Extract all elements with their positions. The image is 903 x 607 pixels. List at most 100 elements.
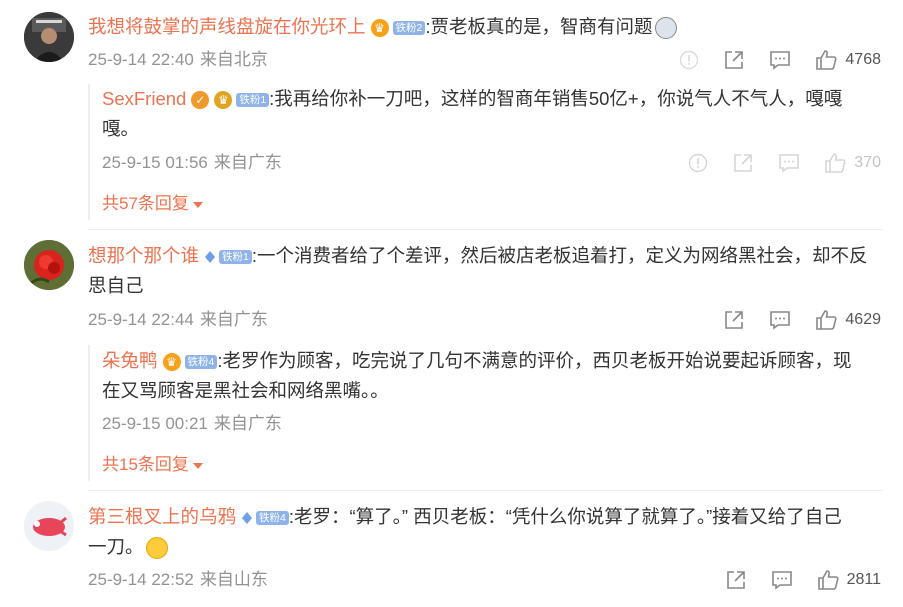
fan-badge-label: 铁粉2	[392, 21, 426, 36]
fan-badge-label: 铁粉4	[256, 511, 289, 526]
comment-actions: 2811	[701, 568, 881, 592]
reply-date: 25-9-15 01:56	[102, 153, 208, 172]
avatar[interactable]	[24, 501, 74, 551]
comment-icon	[770, 51, 791, 70]
shocked-emoji-icon	[654, 17, 677, 40]
reply-username[interactable]: 朵兔鸭	[102, 350, 158, 371]
reply-location: 来自广东	[213, 153, 282, 172]
reply-location: 来自广东	[213, 414, 282, 433]
comment-location: 来自广东	[199, 310, 268, 329]
fan-badge[interactable]: 铁粉1	[202, 249, 252, 265]
share-button[interactable]	[725, 569, 747, 591]
comment-icon	[770, 311, 791, 330]
thumbs-up-icon	[825, 153, 846, 173]
comment-text-line2: 思自己	[88, 275, 144, 296]
report-icon	[689, 153, 708, 173]
comment-body: 想那个那个谁 铁粉1:一个消费者给了个差评，然后被店老板追着打，定义为网络黑社会，…	[88, 241, 888, 301]
comment-username[interactable]: 第三根叉上的乌鸦	[88, 506, 236, 527]
share-icon	[734, 154, 753, 172]
reply-username[interactable]: SexFriend	[102, 88, 186, 109]
comment-meta: 25-9-14 22:44 来自广东	[88, 309, 268, 331]
report-icon	[680, 50, 699, 70]
divider	[88, 490, 883, 491]
comment-username[interactable]: 想那个那个谁	[88, 245, 199, 266]
reply-button[interactable]	[769, 309, 791, 331]
reply-text-line2: 嘎。	[102, 118, 140, 139]
share-icon	[725, 311, 744, 329]
comment-meta: 25-9-14 22:52 来自山东	[88, 569, 268, 591]
fan-badge[interactable]: 铁粉2	[392, 21, 426, 36]
caret-down-icon	[192, 201, 203, 208]
avatar[interactable]	[24, 240, 74, 290]
comment-meta: 25-9-14 22:40 来自北京	[88, 49, 268, 71]
more-replies-link[interactable]: 共15条回复	[102, 454, 203, 476]
fan-badge[interactable]: 铁粉1	[235, 93, 270, 108]
reply-button[interactable]	[778, 152, 800, 174]
avatar[interactable]	[24, 12, 74, 62]
fan-badge[interactable]: 铁粉4	[239, 510, 289, 526]
diamond-badge-icon	[242, 512, 253, 525]
reply-meta: 25-9-15 01:56 来自广东	[102, 152, 282, 174]
share-icon	[725, 51, 744, 69]
share-button[interactable]	[723, 309, 745, 331]
vip-crown-icon: ♛	[214, 91, 233, 110]
fan-badge[interactable]: 铁粉4	[184, 355, 218, 370]
avatar-image	[24, 12, 74, 62]
like-count: 370	[854, 154, 881, 171]
thumbs-up-icon	[817, 570, 839, 590]
report-button[interactable]	[679, 50, 699, 70]
like-button[interactable]: 2811	[817, 569, 881, 591]
like-count: 4768	[845, 51, 881, 68]
share-icon	[726, 571, 745, 589]
fan-badge-label: 铁粉1	[219, 250, 252, 265]
avatar-image	[24, 501, 74, 551]
comment-icon	[771, 571, 792, 590]
reply-meta: 25-9-15 00:21 来自广东	[102, 413, 282, 435]
more-replies-link[interactable]: 共57条回复	[102, 193, 203, 215]
fan-badge-label: 铁粉4	[184, 355, 218, 370]
reply-text-line1: :我再给你补一刀吧，这样的智商年销售50亿+，你说气人不气人，嘎嘎	[269, 88, 843, 109]
reply-text-line2: 在又骂顾客是黑社会和网络黑嘴。。	[102, 380, 389, 401]
reply-body: 朵兔鸭 ♛ 铁粉4:老罗作为顾客，吃完说了几句不满意的评价，西贝老板开始说要起诉顾客…	[102, 346, 882, 406]
vip-crown-icon: ♛	[370, 19, 389, 38]
like-count: 4629	[845, 311, 881, 328]
laughing-tears-emoji-icon	[145, 537, 168, 560]
like-button[interactable]: 4629	[815, 309, 881, 331]
reply-button[interactable]	[769, 49, 791, 71]
comment-icon	[779, 154, 800, 173]
comment-actions: 4768	[655, 48, 881, 72]
more-replies-label: 共57条回复	[102, 194, 189, 213]
caret-down-icon	[192, 462, 203, 469]
divider	[88, 229, 883, 230]
share-button[interactable]	[723, 49, 745, 71]
comment-date: 25-9-14 22:52	[88, 570, 194, 589]
thumbs-up-icon	[816, 310, 837, 330]
diamond-badge-icon	[205, 251, 216, 264]
like-button[interactable]: 370	[824, 152, 881, 174]
thumbs-up-icon	[816, 50, 837, 70]
reply-button[interactable]	[771, 569, 793, 591]
comment-text-line1: :老罗：“算了。” 西贝老板：“凭什么你说算了就算了。”接着又给了自己	[288, 506, 842, 527]
comment-location: 来自山东	[199, 570, 268, 589]
reply-body: SexFriend ✓ ♛ 铁粉1:我再给你补一刀吧，这样的智商年销售50亿+，你说气…	[102, 84, 882, 144]
reply-date: 25-9-15 00:21	[102, 414, 208, 433]
comment-username[interactable]: 我想将鼓掌的声线盘旋在你光环上	[88, 16, 366, 37]
avatar-image	[24, 240, 74, 290]
like-count: 2811	[846, 571, 881, 588]
comment-text-line2: 一刀。	[88, 536, 144, 557]
comment-date: 25-9-14 22:40	[88, 50, 194, 69]
like-button[interactable]: 4768	[815, 49, 881, 71]
comment-body: 第三根叉上的乌鸦 铁粉4:老罗：“算了。” 西贝老板：“凭什么你说算了就算了。”接…	[88, 502, 888, 562]
share-button[interactable]	[732, 152, 754, 174]
verified-icon: ✓	[191, 91, 210, 110]
comment-actions: 4629	[699, 308, 881, 332]
comment-date: 25-9-14 22:44	[88, 310, 194, 329]
comment-text: :贾老板真的是，智商有问题	[425, 16, 653, 37]
reply-text-line1: :老罗作为顾客，吃完说了几句不满意的评价，西贝老板开始说要起诉顾客，现	[217, 350, 852, 371]
more-replies-label: 共15条回复	[102, 455, 189, 474]
fan-badge-label: 铁粉1	[236, 93, 270, 108]
comment-text-line1: :一个消费者给了个差评，然后被店老板追着打，定义为网络黑社会，却不反	[251, 245, 868, 266]
comment-body: 我想将鼓掌的声线盘旋在你光环上 ♛ 铁粉2:贾老板真的是，智商有问题	[88, 12, 888, 42]
report-button[interactable]	[688, 153, 708, 173]
reply-actions: 370	[664, 151, 881, 175]
